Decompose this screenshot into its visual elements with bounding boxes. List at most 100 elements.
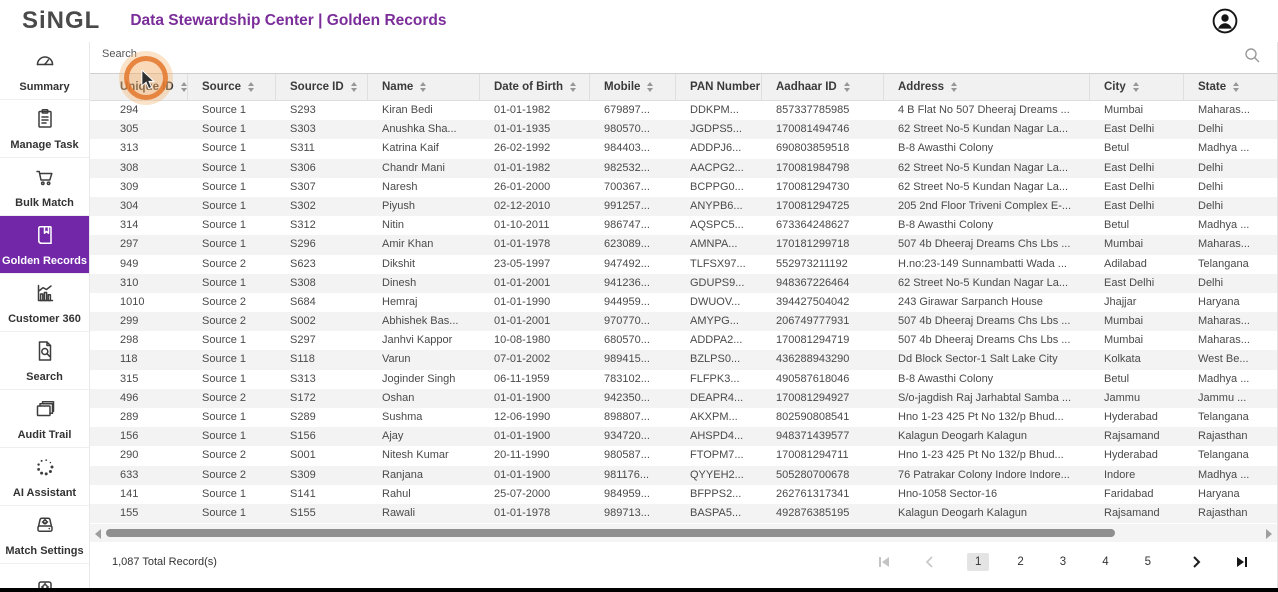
- column-header-name[interactable]: Name: [368, 74, 480, 100]
- table-cell: Jammu ...: [1184, 389, 1277, 408]
- table-cell: Rajasthan: [1184, 427, 1277, 446]
- scroll-right-arrow-icon[interactable]: [1266, 529, 1272, 539]
- table-cell: 170081294711: [762, 446, 884, 465]
- table-row[interactable]: 310Source 1S308Dinesh01-01-2001941236...…: [90, 274, 1277, 293]
- sidebar-item-audit-trail[interactable]: Audit Trail: [0, 390, 89, 448]
- table-row[interactable]: 155Source 1S155Rawali01-01-1978989713...…: [90, 504, 1277, 523]
- table-cell: 205 2nd Floor Triveni Complex E-...: [884, 197, 1090, 216]
- table-row[interactable]: 315Source 1S313Joginder Singh06-11-19597…: [90, 370, 1277, 389]
- table-cell: TLFSX97...: [676, 255, 762, 274]
- sidebar-item-search[interactable]: Search: [0, 332, 89, 390]
- column-header-state[interactable]: State: [1184, 74, 1277, 100]
- first-page-button[interactable]: [875, 553, 893, 571]
- table-cell: 170181299718: [762, 235, 884, 254]
- table-row[interactable]: 308Source 1S306Chandr Mani01-01-19829825…: [90, 159, 1277, 178]
- page-button-5[interactable]: 5: [1137, 553, 1159, 571]
- search-input[interactable]: [102, 48, 502, 60]
- table-cell: Delhi: [1184, 178, 1277, 197]
- table-cell: Faridabad: [1090, 485, 1184, 504]
- table-row[interactable]: 299Source 2S002Abhishek Bas...01-01-2001…: [90, 312, 1277, 331]
- table-cell: S307: [276, 178, 368, 197]
- column-header-label: PAN Number: [690, 81, 760, 93]
- table-cell: Telangana: [1184, 408, 1277, 427]
- table-row[interactable]: 313Source 1S311Katrina Kaif26-02-1992984…: [90, 139, 1277, 158]
- table-row[interactable]: 305Source 1S303Anushka Sha...01-01-19359…: [90, 120, 1277, 139]
- sidebar-item-ai-assistant[interactable]: AI Assistant: [0, 448, 89, 506]
- sidebar-item-summary[interactable]: Summary: [0, 42, 89, 100]
- column-header-mobile[interactable]: Mobile: [590, 74, 676, 100]
- table-cell: Source 1: [188, 331, 276, 350]
- table-cell: Source 1: [188, 408, 276, 427]
- sidebar-item-manage-task[interactable]: Manage Task: [0, 100, 89, 158]
- table-row[interactable]: 298Source 1S297Janhvi Kappor10-08-198068…: [90, 331, 1277, 350]
- sort-icon: [570, 82, 576, 92]
- table-row[interactable]: 949Source 2S623Dikshit23-05-1997947492..…: [90, 255, 1277, 274]
- table-cell: Madhya ...: [1184, 139, 1277, 158]
- search-icon[interactable]: [1243, 46, 1261, 69]
- table-row[interactable]: 633Source 2S309Ranjana01-01-1900981176..…: [90, 466, 1277, 485]
- table-row[interactable]: 496Source 2S172Oshan01-01-1900942350...D…: [90, 389, 1277, 408]
- next-page-button[interactable]: [1187, 553, 1205, 571]
- table-cell: Source 1: [188, 159, 276, 178]
- table-row[interactable]: 141Source 1S141Rahul25-07-2000984959...B…: [90, 485, 1277, 504]
- table-row[interactable]: 314Source 1S312Nitin01-10-2011986747...A…: [90, 216, 1277, 235]
- column-header-pan-number[interactable]: PAN Number: [676, 74, 762, 100]
- table-row[interactable]: 290Source 2S001Nitesh Kumar20-11-1990980…: [90, 446, 1277, 465]
- column-header-city[interactable]: City: [1090, 74, 1184, 100]
- table-row[interactable]: 304Source 1S302Piyush02-12-2010991257...…: [90, 197, 1277, 216]
- scrollbar-thumb[interactable]: [106, 529, 1115, 537]
- table-cell: 857337785985: [762, 101, 884, 120]
- table-cell: DWUOV...: [676, 293, 762, 312]
- table-row[interactable]: 309Source 1S307Naresh26-01-2000700367...…: [90, 178, 1277, 197]
- pagination: 1 2 3 4 5: [875, 553, 1251, 571]
- column-header-address[interactable]: Address: [884, 74, 1090, 100]
- layers-icon: [33, 397, 57, 426]
- prev-page-button[interactable]: [921, 553, 939, 571]
- sidebar-item-label: Search: [26, 371, 63, 383]
- page-button-3[interactable]: 3: [1052, 553, 1074, 571]
- column-header-source[interactable]: Source: [188, 74, 276, 100]
- page-button-4[interactable]: 4: [1094, 553, 1116, 571]
- column-header-source-id[interactable]: Source ID: [276, 74, 368, 100]
- table-cell: 944959...: [590, 293, 676, 312]
- table-cell: AMNPA...: [676, 235, 762, 254]
- sidebar-item-bulk-match[interactable]: Bulk Match: [0, 158, 89, 216]
- table-cell: ADDPJ6...: [676, 139, 762, 158]
- sidebar-item-customer-360[interactable]: Customer 360: [0, 274, 89, 332]
- page-button-1[interactable]: 1: [967, 553, 989, 571]
- table-cell: Source 1: [188, 101, 276, 120]
- chevron-right-icon: [1189, 555, 1203, 569]
- table-cell: 309: [106, 178, 188, 197]
- table-row[interactable]: 294Source 1S293Kiran Bedi01-01-198267989…: [90, 101, 1277, 120]
- table-cell: BFPPS2...: [676, 485, 762, 504]
- horizontal-scrollbar[interactable]: [90, 524, 1277, 542]
- table-row[interactable]: 1010Source 2S684Hemraj01-01-1990944959..…: [90, 293, 1277, 312]
- table-row[interactable]: 289Source 1S289Sushma12-06-1990898807...…: [90, 408, 1277, 427]
- table-cell: AHSPD4...: [676, 427, 762, 446]
- column-header-aadhaar-id[interactable]: Aadhaar ID: [762, 74, 884, 100]
- sidebar-item-golden-records[interactable]: Golden Records: [0, 216, 89, 274]
- gear-icon: [33, 578, 57, 588]
- table-cell: Rajsamand: [1090, 427, 1184, 446]
- table-cell: East Delhi: [1090, 159, 1184, 178]
- last-page-button[interactable]: [1233, 553, 1251, 571]
- table-cell: Rajasthan: [1184, 504, 1277, 523]
- total-records: 1,087 Total Record(s): [112, 556, 217, 568]
- table-cell: 118: [106, 350, 188, 369]
- table-cell: 155: [106, 504, 188, 523]
- scroll-left-arrow-icon[interactable]: [95, 529, 101, 539]
- table-cell: S311: [276, 139, 368, 158]
- table-cell: 170081494746: [762, 120, 884, 139]
- table-row[interactable]: 118Source 1S118Varun07-01-2002989415...B…: [90, 350, 1277, 369]
- column-header-date-of-birth[interactable]: Date of Birth: [480, 74, 590, 100]
- sort-icon: [844, 82, 850, 92]
- user-avatar-icon[interactable]: [1212, 8, 1238, 34]
- column-header-unique-id[interactable]: Unique ID: [106, 74, 188, 100]
- table-row[interactable]: 297Source 1S296Amir Khan01-01-1978623089…: [90, 235, 1277, 254]
- page-button-2[interactable]: 2: [1009, 553, 1031, 571]
- sort-icon: [181, 82, 187, 92]
- sidebar-item-settings-partial[interactable]: [0, 564, 89, 588]
- sidebar: SummaryManage TaskBulk MatchGolden Recor…: [0, 42, 90, 588]
- sidebar-item-match-settings[interactable]: Match Settings: [0, 506, 89, 564]
- table-row[interactable]: 156Source 1S156Ajay01-01-1900934720...AH…: [90, 427, 1277, 446]
